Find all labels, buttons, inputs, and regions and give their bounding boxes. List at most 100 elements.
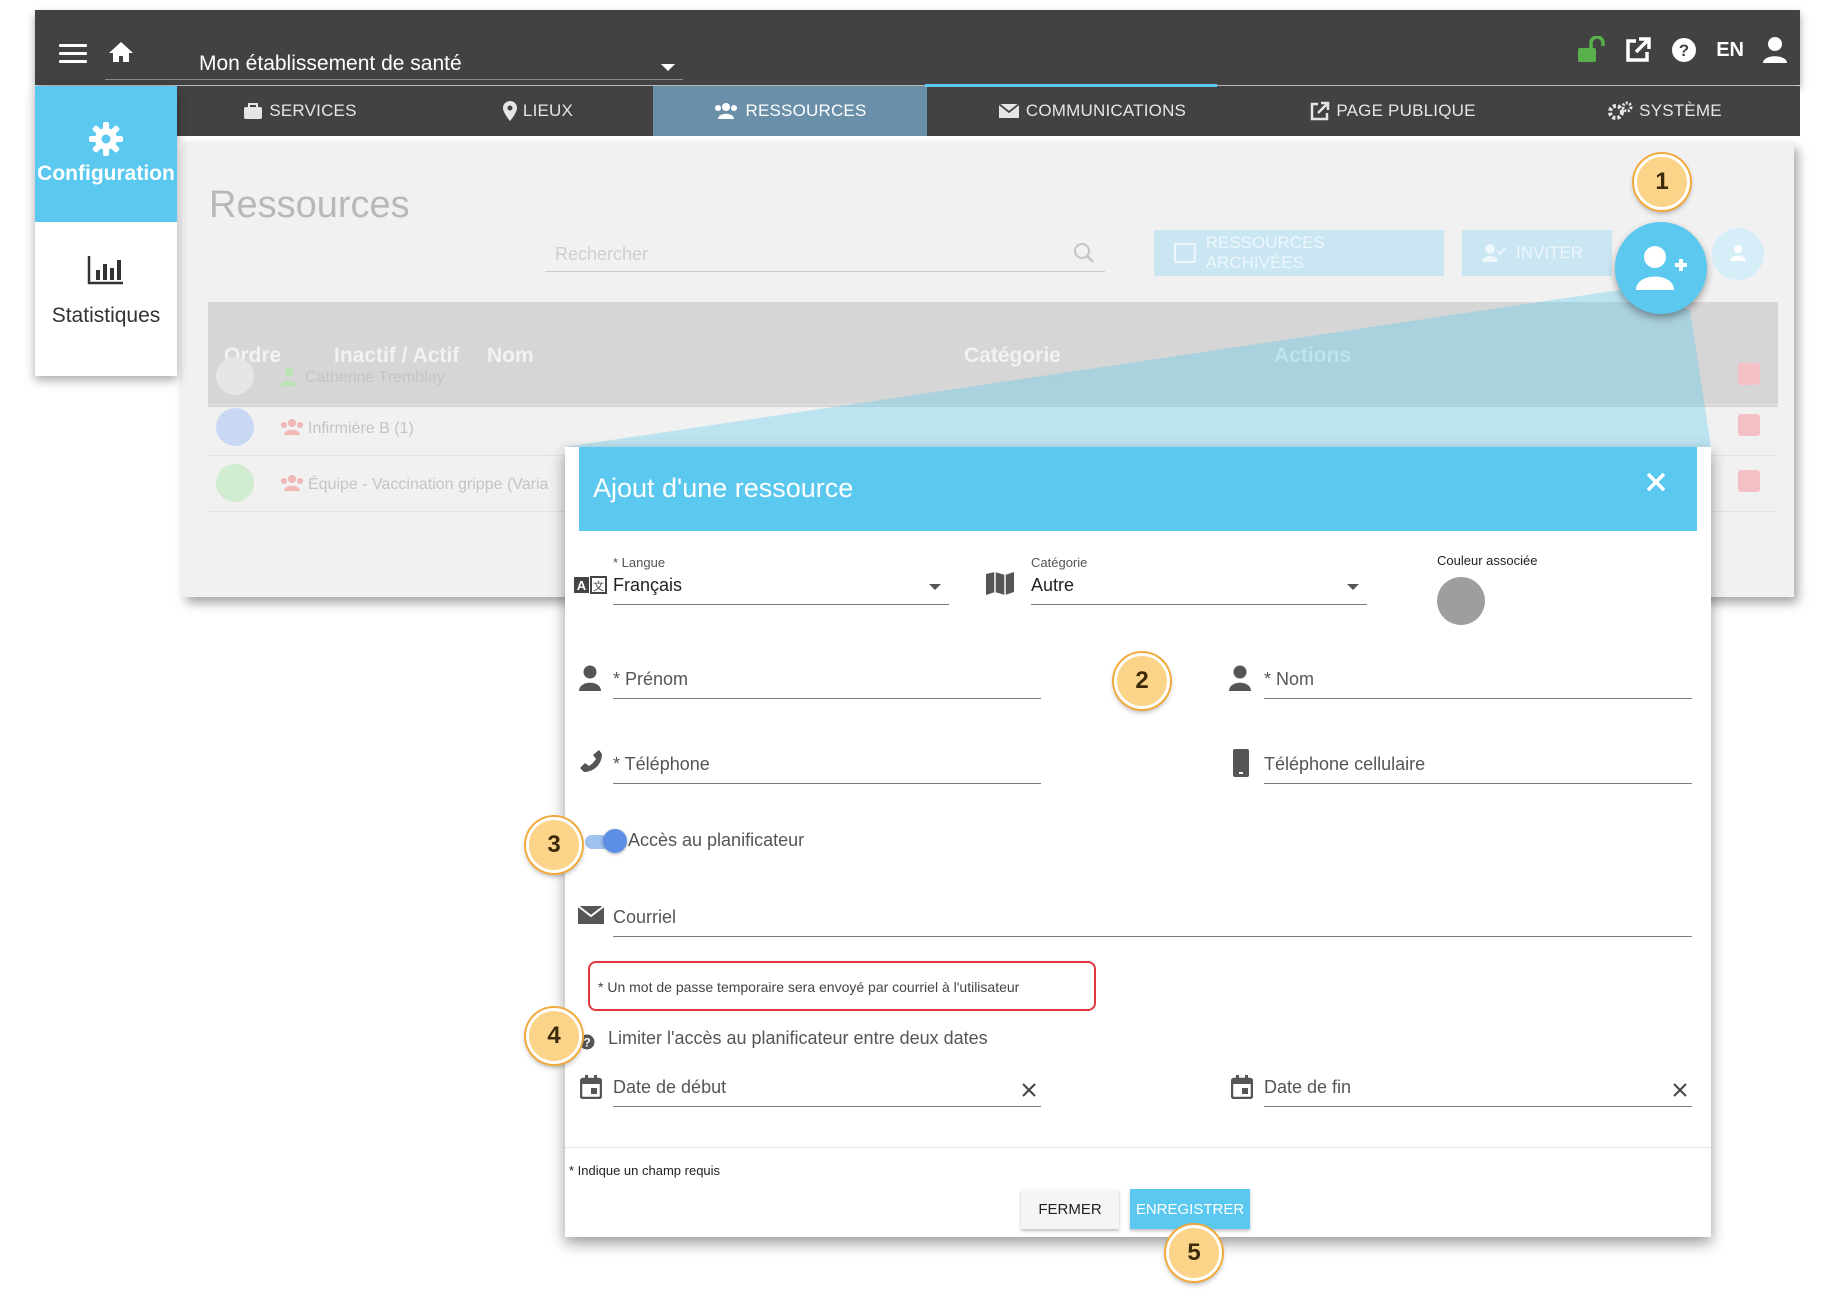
langue-value: Français bbox=[613, 575, 683, 595]
search-placeholder: Rechercher bbox=[555, 244, 649, 264]
tab-lieux-label: LIEUX bbox=[522, 101, 574, 120]
tab-bar: SERVICES LIEUX RESSOURCES COMMUNICATIONS… bbox=[177, 84, 1800, 136]
calendar-icon bbox=[1231, 1075, 1253, 1099]
phone-icon bbox=[580, 750, 602, 772]
menu-icon[interactable] bbox=[59, 44, 87, 64]
top-icons: ? EN bbox=[1576, 36, 1788, 64]
prenom-label: * Prénom bbox=[613, 669, 689, 689]
couleur-label: Couleur associée bbox=[1437, 553, 1538, 568]
required-note: * Indique un champ requis bbox=[569, 1163, 721, 1178]
drag-handle[interactable] bbox=[216, 357, 254, 395]
add-resource-button[interactable] bbox=[1615, 222, 1707, 314]
telephone-cellulaire-label: Téléphone cellulaire bbox=[1264, 754, 1426, 774]
svg-text:A: A bbox=[577, 578, 587, 593]
categorie-select[interactable]: Autre bbox=[1031, 571, 1367, 605]
team-add-button[interactable] bbox=[1712, 228, 1764, 280]
svg-text:文: 文 bbox=[593, 579, 604, 593]
briefcase-icon bbox=[244, 102, 263, 119]
langue-select[interactable]: Français bbox=[613, 571, 949, 605]
map-marker-icon bbox=[502, 101, 517, 121]
archive-row-icon[interactable] bbox=[1738, 414, 1760, 436]
establishment-select[interactable]: Mon établissement de santé bbox=[105, 36, 683, 80]
row-name: Catherine Tremblay bbox=[305, 369, 445, 386]
lock-open-icon[interactable] bbox=[1576, 36, 1606, 64]
tab-systeme-label: SYSTÈME bbox=[1639, 101, 1722, 120]
nav-statistiques-label: Statistiques bbox=[51, 304, 161, 327]
top-bar: Mon établissement de santé ? EN bbox=[35, 10, 1800, 85]
drag-handle[interactable] bbox=[216, 408, 254, 446]
translate-icon: A文 bbox=[574, 576, 607, 594]
date-fin-label: Date de fin bbox=[1264, 1077, 1352, 1097]
left-nav: Configuration Statistiques bbox=[35, 86, 177, 376]
archive-row-icon[interactable] bbox=[1738, 363, 1760, 385]
add-resource-dialog: Ajout d'une ressource A文 * Langue França… bbox=[565, 447, 1711, 1237]
acces-planificateur-toggle[interactable] bbox=[581, 829, 629, 855]
user-icon bbox=[579, 665, 601, 691]
gears-icon bbox=[1608, 101, 1633, 120]
tab-services[interactable]: SERVICES bbox=[177, 86, 423, 136]
date-debut-field[interactable]: Date de début bbox=[613, 1067, 1041, 1107]
tab-ressources[interactable]: RESSOURCES bbox=[653, 86, 927, 136]
invite-label: INVITER bbox=[1516, 243, 1584, 262]
user-plus-icon bbox=[1636, 246, 1687, 290]
search-input[interactable]: Rechercher bbox=[545, 234, 1105, 272]
bar-chart-icon bbox=[87, 256, 123, 285]
calendar-icon bbox=[580, 1075, 602, 1099]
nom-field[interactable]: * Nom bbox=[1264, 659, 1692, 699]
user-icon bbox=[1229, 665, 1251, 691]
user-icon bbox=[281, 367, 297, 386]
prenom-field[interactable]: * Prénom bbox=[613, 659, 1041, 699]
archived-resources-button[interactable]: RESSOURCES ARCHIVÉES bbox=[1154, 230, 1444, 276]
nav-statistiques[interactable]: Statistiques bbox=[35, 222, 177, 376]
row-name: Infirmière B (1) bbox=[308, 420, 414, 437]
close-icon[interactable] bbox=[1645, 471, 1667, 493]
color-picker[interactable] bbox=[1437, 577, 1485, 625]
users-icon bbox=[281, 419, 303, 435]
establishment-name: Mon établissement de santé bbox=[199, 52, 462, 75]
chevron-down-icon bbox=[929, 584, 941, 590]
chevron-down-icon bbox=[1347, 584, 1359, 590]
nav-configuration-label: Configuration bbox=[37, 162, 175, 185]
map-icon bbox=[986, 572, 1014, 595]
callout-4: 4 bbox=[526, 1008, 582, 1064]
tab-communications-label: COMMUNICATIONS bbox=[1025, 101, 1187, 120]
dialog-header: Ajout d'une ressource bbox=[579, 447, 1697, 531]
telephone-field[interactable]: * Téléphone bbox=[613, 744, 1041, 784]
clear-icon[interactable] bbox=[1021, 1082, 1037, 1098]
external-link-icon[interactable] bbox=[1624, 36, 1652, 64]
archive-icon bbox=[1174, 243, 1196, 263]
user-icon[interactable] bbox=[1762, 36, 1788, 64]
tab-lieux[interactable]: LIEUX bbox=[423, 86, 653, 136]
date-fin-field[interactable]: Date de fin bbox=[1264, 1067, 1692, 1107]
tab-systeme[interactable]: SYSTÈME bbox=[1529, 86, 1800, 136]
language-toggle[interactable]: EN bbox=[1716, 39, 1744, 62]
invite-button[interactable]: INVITER bbox=[1462, 230, 1612, 276]
dialog-title: Ajout d'une ressource bbox=[593, 473, 854, 503]
enregistrer-button[interactable]: ENREGISTRER bbox=[1130, 1189, 1250, 1229]
tab-page-publique[interactable]: PAGE PUBLIQUE bbox=[1257, 86, 1529, 136]
telephone-cellulaire-field[interactable]: Téléphone cellulaire bbox=[1264, 744, 1692, 784]
archive-row-icon[interactable] bbox=[1738, 470, 1760, 492]
help-icon[interactable]: ? bbox=[1670, 36, 1698, 64]
courriel-field[interactable]: Courriel bbox=[613, 897, 1692, 937]
archived-resources-label: RESSOURCES ARCHIVÉES bbox=[1205, 233, 1325, 272]
nav-configuration[interactable]: Configuration bbox=[35, 86, 177, 222]
fermer-button[interactable]: FERMER bbox=[1021, 1189, 1119, 1229]
drag-handle[interactable] bbox=[216, 464, 254, 502]
row-email: 123@abc.com bbox=[632, 369, 736, 386]
langue-label: * Langue bbox=[613, 555, 666, 570]
clear-icon[interactable] bbox=[1672, 1082, 1688, 1098]
telephone-label: * Téléphone bbox=[613, 754, 710, 774]
categorie-value: Autre bbox=[1031, 575, 1075, 595]
tab-indicator bbox=[925, 84, 1217, 87]
tab-ressources-label: RESSOURCES bbox=[745, 101, 867, 120]
external-link-icon bbox=[1311, 101, 1330, 121]
categorie-label: Catégorie bbox=[1031, 555, 1088, 570]
table-row[interactable]: Catherine Tremblay 123@abc.com Autre Ges… bbox=[208, 347, 1778, 405]
row-name: Équipe - Vaccination grippe (Varia bbox=[308, 476, 549, 493]
page-title: Ressources bbox=[209, 184, 410, 226]
tab-communications[interactable]: COMMUNICATIONS bbox=[925, 84, 1257, 136]
svg-text:?: ? bbox=[583, 1036, 590, 1050]
search-icon bbox=[1074, 243, 1094, 263]
chevron-down-icon bbox=[661, 64, 675, 71]
